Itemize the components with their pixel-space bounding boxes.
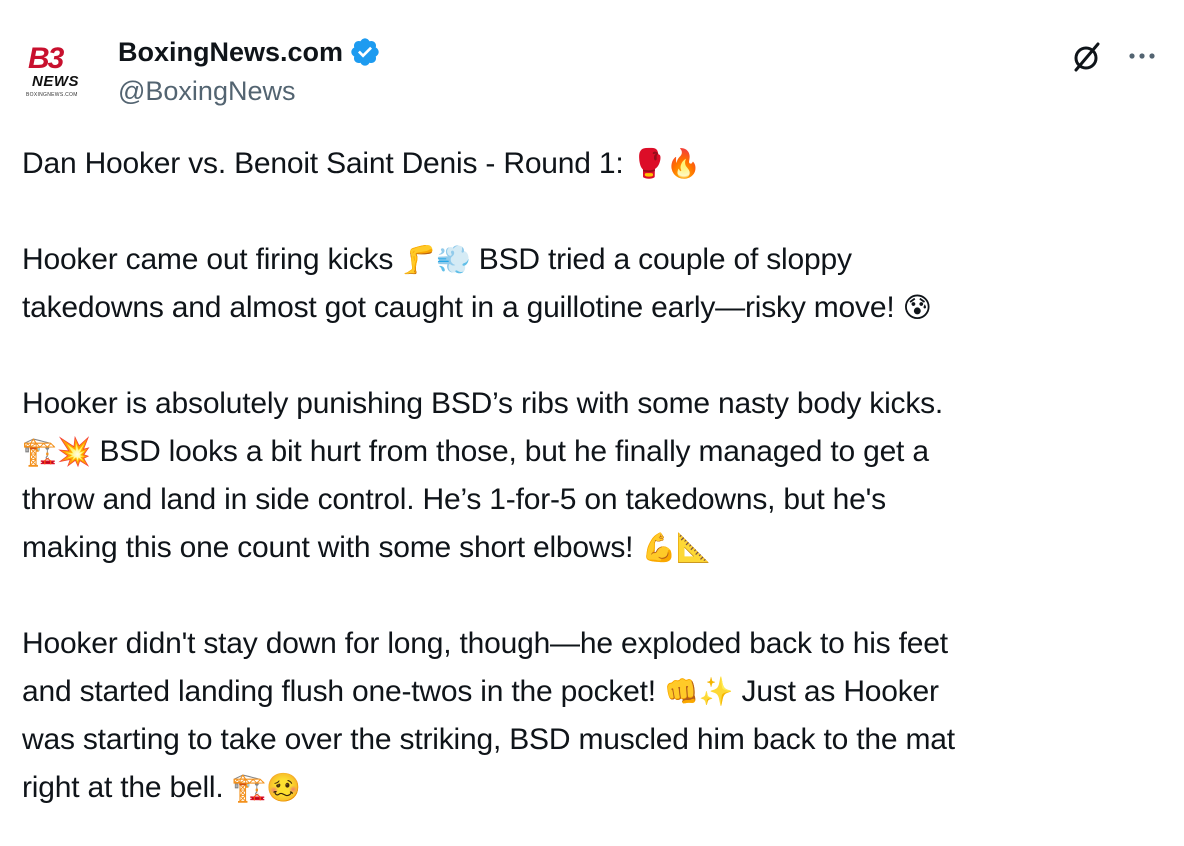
logo-word: NEWS [32,73,79,90]
display-name-row: BoxingNews.com [118,34,381,70]
tweet-text-line: and started landing flush one-twos in th… [22,675,665,708]
tweet-text-line: takedowns and almost got caught in a gui… [22,291,903,324]
tweet-text-line: right at the bell. [22,771,232,804]
biceps-ruler-emoji: 💪📐 [641,531,711,564]
tweet-text-line: Dan Hooker vs. Benoit Saint Denis - Roun… [22,147,632,180]
tweet-paragraph: Hooker came out firing kicks 🦵💨 BSD trie… [22,236,1162,332]
tweet-text-line: Hooker didn't stay down for long, though… [22,627,948,660]
more-icon[interactable] [1122,36,1162,76]
fist-sparkles-emoji: 👊✨ [664,675,734,708]
tweet-text: Dan Hooker vs. Benoit Saint Denis - Roun… [22,140,1162,812]
verified-badge-icon [349,36,381,68]
tweet-text-line: throw and land in side control. He’s 1-f… [22,483,886,516]
tweet-text-line: making this one count with some short el… [22,531,642,564]
crane-woozy-face-emoji: 🏗️🥴 [231,771,302,804]
anxious-face-emoji: 😰 [902,291,932,324]
tweet-text-line: BSD looks a bit hurt from those, but he … [91,435,929,468]
account-names: BoxingNews.com @BoxingNews [118,34,381,108]
tweet-text-line: Hooker is absolutely punishing BSD’s rib… [22,387,944,420]
tweet-paragraph: Dan Hooker vs. Benoit Saint Denis - Roun… [22,140,1162,188]
display-name[interactable]: BoxingNews.com [118,35,343,69]
tweet-card: B3 NEWS BOXINGNEWS.COM BoxingNews.com @B… [0,0,1184,846]
leg-dash-emoji: 🦵💨 [401,243,471,276]
avatar[interactable]: B3 NEWS BOXINGNEWS.COM [22,38,98,100]
tweet-text-line: Just as Hooker [733,675,939,708]
tweet-paragraph: Hooker is absolutely punishing BSD’s rib… [22,380,1162,572]
boxing-glove-fire-emoji: 🥊🔥 [631,147,702,180]
tweet-actions [1066,36,1162,76]
logo-mark: B3 [28,42,64,75]
crane-collision-emoji: 🏗️💥 [22,435,92,468]
grok-icon[interactable] [1066,36,1106,76]
logo-url: BOXINGNEWS.COM [26,92,78,98]
tweet-text-line: Hooker came out firing kicks [22,243,402,276]
tweet-text-line: was starting to take over the striking, … [22,723,955,756]
tweet-text-line: BSD tried a couple of sloppy [470,243,852,276]
tweet-header: B3 NEWS BOXINGNEWS.COM BoxingNews.com @B… [22,30,1162,116]
handle[interactable]: @BoxingNews [118,74,381,108]
tweet-paragraph: Hooker didn't stay down for long, though… [22,620,1162,812]
